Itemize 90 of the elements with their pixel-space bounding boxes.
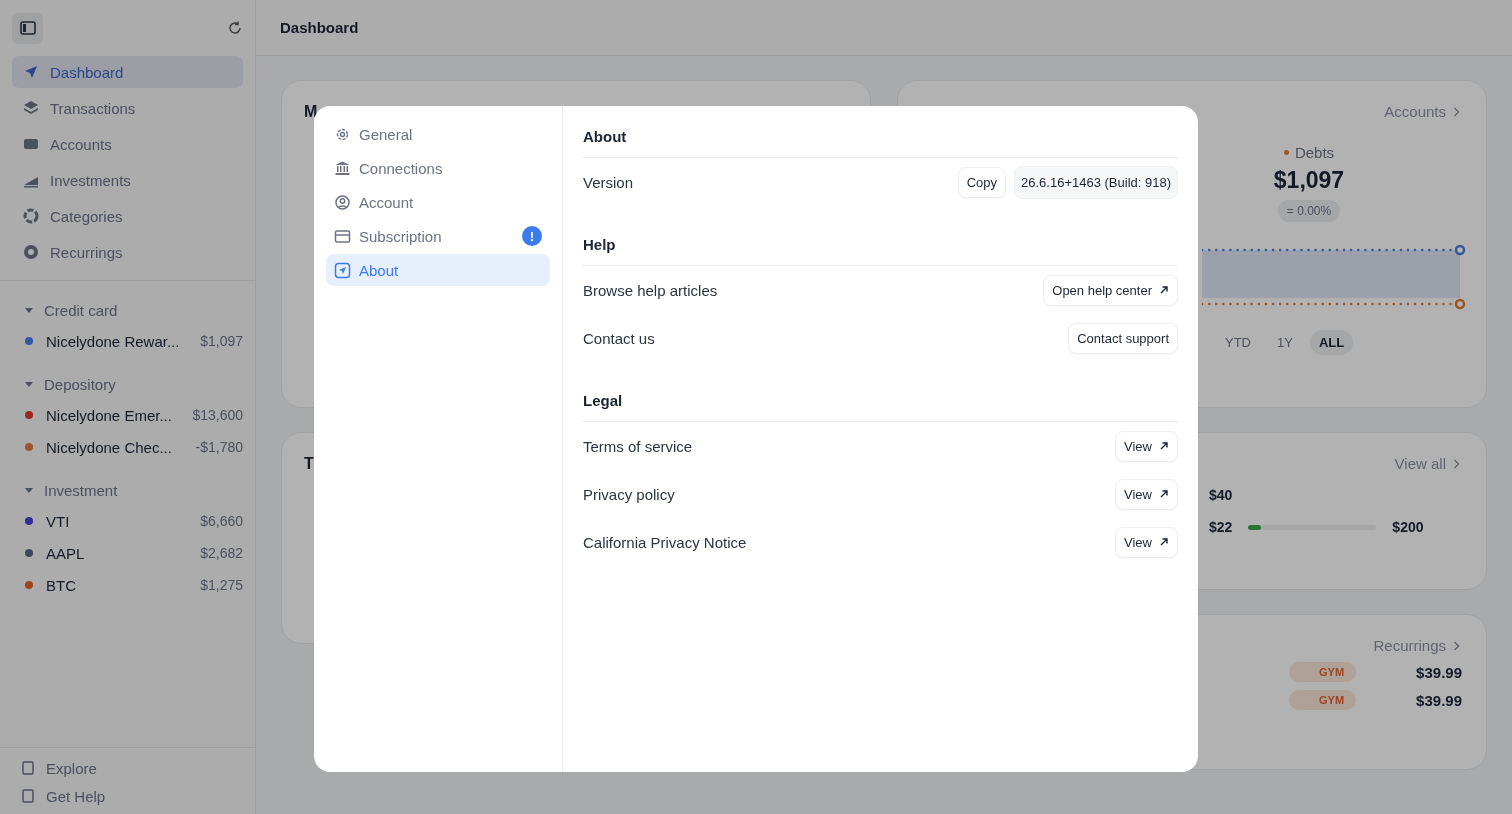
card-title: T xyxy=(304,455,314,472)
section-heading: About xyxy=(583,118,1178,158)
action-button[interactable]: Contact support xyxy=(1068,322,1178,354)
section-heading: Legal xyxy=(583,382,1178,422)
account-name: Nicelydone Rewar... xyxy=(46,332,181,350)
sidebar-nav-item[interactable]: Transactions xyxy=(12,92,243,124)
action-button[interactable]: Copy xyxy=(957,166,1006,198)
sidebar-toggle-button[interactable] xyxy=(12,12,43,44)
refresh-icon[interactable] xyxy=(227,20,243,36)
card-link[interactable]: Recurrings xyxy=(1373,637,1460,654)
balance-row[interactable]: AAPL $2,682 xyxy=(12,537,243,569)
account-amount: $2,682 xyxy=(200,545,243,561)
recurring-amount: $39.99 xyxy=(1416,663,1462,681)
page-title: Dashboard xyxy=(280,19,359,36)
sidebar-icon xyxy=(18,19,37,37)
sidebar-nav-item[interactable]: Dashboard xyxy=(12,56,243,88)
external-link-icon xyxy=(1159,285,1169,295)
debt-amount: $1,097 xyxy=(1273,167,1345,194)
settings-nav-item[interactable]: General xyxy=(326,118,550,150)
sidebar-nav-item[interactable]: Categories xyxy=(12,200,243,232)
setting-label: Terms of service xyxy=(583,437,693,455)
navigation-icon xyxy=(334,261,351,279)
book-icon xyxy=(20,788,36,804)
account-group-header[interactable]: Investment xyxy=(12,475,243,505)
cycle-icon xyxy=(22,243,40,261)
action-button[interactable]: View xyxy=(1115,478,1178,510)
external-link-icon xyxy=(1159,537,1169,547)
user-icon xyxy=(334,193,351,211)
account-amount: $1,275 xyxy=(200,577,243,593)
balance-row[interactable]: BTC $1,275 xyxy=(12,569,243,601)
setting-label: Version xyxy=(583,173,634,191)
account-name: AAPL xyxy=(46,544,86,562)
setting-label: Privacy policy xyxy=(583,485,675,503)
range-tab[interactable]: YTD xyxy=(1216,330,1260,355)
book-icon xyxy=(20,760,36,776)
bank-icon xyxy=(334,159,351,177)
budget-amount: $40 xyxy=(1209,487,1233,503)
settings-nav-item[interactable]: Subscription ! xyxy=(326,220,550,252)
layers-icon xyxy=(22,99,40,117)
account-group-header[interactable]: Credit card xyxy=(12,295,243,325)
chevron-right-icon xyxy=(1453,458,1460,469)
budget-amount: $22 xyxy=(1209,519,1233,535)
external-link-icon xyxy=(1159,441,1169,451)
account-amount: -$1,780 xyxy=(195,439,243,455)
category-tag: GYM xyxy=(1289,690,1357,710)
card-link[interactable]: Accounts xyxy=(1384,103,1460,120)
card-icon xyxy=(334,227,351,245)
version-value: 26.6.16+1463 (Build: 918) xyxy=(1014,165,1178,199)
sidebar-footer-item[interactable]: Get Help xyxy=(20,782,235,810)
balance-row[interactable]: Nicelydone Chec... -$1,780 xyxy=(12,431,243,463)
range-tab[interactable]: ALL xyxy=(1309,330,1354,355)
account-group-header[interactable]: Depository xyxy=(12,369,243,399)
change-pill: = 0.00% xyxy=(1277,200,1341,222)
account-name: VTI xyxy=(46,512,71,530)
account-amount: $1,097 xyxy=(200,333,243,349)
setting-label: California Privacy Notice xyxy=(583,533,747,551)
recurring-amount: $39.99 xyxy=(1416,691,1462,709)
account-name: BTC xyxy=(46,576,77,594)
card-title: M xyxy=(304,103,318,120)
account-amount: $6,660 xyxy=(200,513,243,529)
range-tab[interactable]: 1Y xyxy=(1268,330,1302,355)
sidebar-nav-item[interactable]: Investments xyxy=(12,164,243,196)
balance-row[interactable]: VTI $6,660 xyxy=(12,505,243,537)
legend-dot xyxy=(1283,150,1289,155)
sidebar-footer-item[interactable]: Explore xyxy=(20,754,235,782)
legend-label: Debts xyxy=(1294,144,1335,161)
action-button[interactable]: View xyxy=(1115,430,1178,462)
settings-nav-item[interactable]: Connections xyxy=(326,152,550,184)
setting-label: Browse help articles xyxy=(583,281,718,299)
sidebar-nav-item[interactable]: Accounts xyxy=(12,128,243,160)
sidebar-nav-item[interactable]: Recurrings xyxy=(12,236,243,268)
account-name: Nicelydone Chec... xyxy=(46,438,173,456)
balance-row[interactable]: Nicelydone Rewar... $1,097 xyxy=(12,325,243,357)
alert-badge: ! xyxy=(522,226,542,246)
chevron-right-icon xyxy=(1453,640,1460,651)
settings-nav-item[interactable]: About xyxy=(326,254,550,286)
action-button[interactable]: View xyxy=(1115,526,1178,558)
settings-nav-item[interactable]: Account xyxy=(326,186,550,218)
category-tag: GYM xyxy=(1289,662,1357,682)
budget-limit: $200 xyxy=(1392,519,1424,535)
account-name: Nicelydone Emer... xyxy=(46,406,173,424)
account-amount: $13,600 xyxy=(192,407,243,423)
section-heading: Help xyxy=(583,226,1178,266)
balance-row[interactable]: Nicelydone Emer... $13,600 xyxy=(12,399,243,431)
setting-label: Contact us xyxy=(583,329,655,347)
card-link[interactable]: View all xyxy=(1394,455,1460,472)
donut-icon xyxy=(22,207,40,225)
chevron-right-icon xyxy=(1453,106,1460,117)
action-button[interactable]: Open help center xyxy=(1043,274,1178,306)
external-link-icon xyxy=(1159,489,1169,499)
